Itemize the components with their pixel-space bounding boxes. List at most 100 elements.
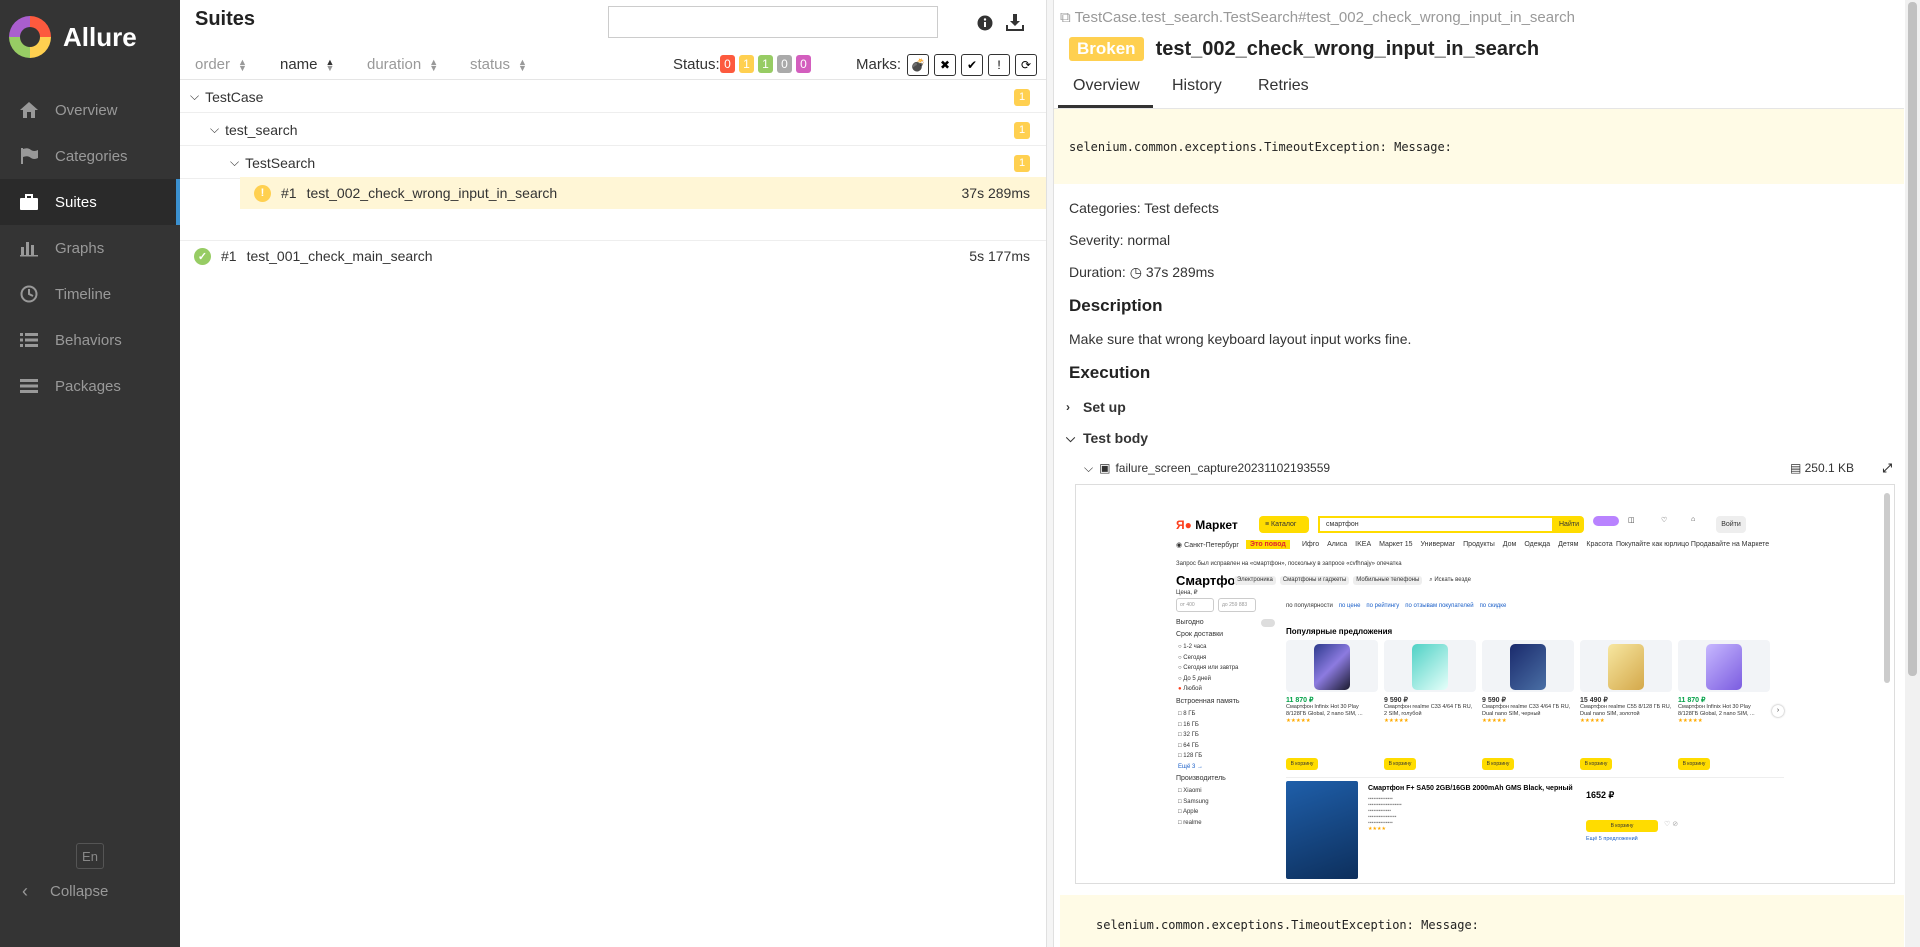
- attachment-size: ▤ 250.1 KB: [1790, 461, 1854, 475]
- listing-title: Смартфон F+ SA50 2GB/16GB 2000mAh GMS Bl…: [1368, 785, 1573, 792]
- search-input[interactable]: [608, 6, 938, 38]
- tab-history[interactable]: History: [1157, 77, 1237, 108]
- new-passed-mark-icon[interactable]: ✔: [961, 54, 983, 76]
- flaky-mark-icon[interactable]: 💣: [907, 54, 929, 76]
- breadcrumb[interactable]: ⧉ TestCase.test_search.TestSearch#test_0…: [1060, 9, 1575, 26]
- attachment-size-value: 250.1 KB: [1804, 461, 1854, 475]
- delivery-option: ○ До 5 дней: [1178, 674, 1238, 685]
- delivery-options: ○ 1-2 часа ○ Сегодня ○ Сегодня или завтр…: [1178, 642, 1238, 695]
- market-search: смартфон: [1318, 516, 1554, 533]
- product-card: 9 590 ₽ Смартфон realme C33 4/64 ГБ RU, 2…: [1384, 697, 1476, 725]
- sidebar-item-packages[interactable]: Packages: [0, 363, 180, 409]
- test-row[interactable]: ✓ #1 test_001_check_main_search 5s 177ms: [180, 240, 1046, 272]
- sidebar-item-graphs[interactable]: Graphs: [0, 225, 180, 271]
- sidebar-item-categories[interactable]: Categories: [0, 133, 180, 179]
- scrollbar-thumb[interactable]: [1908, 2, 1917, 676]
- product-name: Смартфон realme C33 4/64 ГБ RU, Dual nan…: [1482, 704, 1571, 717]
- page-scrollbar[interactable]: [1905, 0, 1920, 947]
- product-name: Смартфон Infinix Hot 30 Play 8/128ГБ Glo…: [1286, 704, 1363, 717]
- file-icon: ▤: [1789, 461, 1805, 475]
- setup-step[interactable]: › Set up: [1066, 399, 1126, 415]
- tree-node-testcase[interactable]: ⌵ TestCase 1: [180, 81, 1046, 113]
- chevron-down-icon: ⌵: [210, 122, 220, 136]
- flag-icon: [18, 146, 40, 166]
- status-broken-badge[interactable]: 1: [739, 55, 754, 73]
- memory-option: □ 64 ГБ: [1178, 741, 1203, 752]
- promo-badge: Это повод: [1246, 540, 1290, 549]
- category-chips: Электроника Смартфоны и гаджеты Мобильные …: [1234, 576, 1474, 585]
- attachment-row[interactable]: ⌵ ▣ failure_screen_capture20231102193559…: [1084, 459, 1894, 477]
- sort-name[interactable]: name ▲ ▼: [280, 56, 334, 73]
- market-sort-link: по цене: [1338, 603, 1361, 609]
- status-unknown-badge[interactable]: 0: [796, 55, 811, 73]
- sidebar-item-timeline[interactable]: Timeline: [0, 271, 180, 317]
- sort-bar: order ▲ ▼ name ▲ ▼ duration ▲ ▼ status ▲ ▼ Statu…: [180, 52, 1046, 80]
- search-everywhere: ⌕ Искать везде: [1426, 576, 1474, 585]
- phone-image: [1706, 644, 1742, 690]
- collapse-button[interactable]: ‹ Collapse: [22, 881, 108, 902]
- carousel-next-icon: ›: [1772, 705, 1784, 717]
- sort-duration[interactable]: duration ▲ ▼: [367, 56, 438, 73]
- product-card: 11 870 ₽ Смартфон Infinix Hot 30 Play 8/1…: [1286, 697, 1378, 725]
- status-skipped-badge[interactable]: 0: [777, 55, 792, 73]
- test-body-step[interactable]: ⌵ Test body: [1066, 430, 1148, 446]
- tab-overview[interactable]: Overview: [1058, 77, 1153, 108]
- retries-mark-icon[interactable]: ⟳: [1015, 54, 1037, 76]
- chevron-down-icon: ⌵: [1084, 460, 1094, 475]
- step-label: Set up: [1083, 399, 1126, 415]
- allure-logo-icon: [9, 16, 51, 58]
- cart-icon: ⌂: [1691, 516, 1696, 523]
- market-nav-link: Ифго: [1302, 541, 1320, 548]
- copy-icon[interactable]: ⧉: [1060, 9, 1071, 26]
- maker-option: □ Xiaomi: [1178, 786, 1209, 797]
- allure-logo[interactable]: Allure: [9, 16, 137, 58]
- new-broken-mark-icon[interactable]: !: [988, 54, 1010, 76]
- product-price: 15 490 ₽: [1580, 697, 1608, 704]
- sidebar-item-overview[interactable]: Overview: [0, 87, 180, 133]
- maker-option: □ realme: [1178, 818, 1209, 829]
- rating-stars-icon: ★★★★★: [1678, 718, 1703, 724]
- market-nav-link: Алиса: [1327, 541, 1348, 548]
- sort-duration-label: duration: [367, 56, 422, 73]
- sort-status[interactable]: status ▲ ▼: [470, 56, 527, 73]
- tree-node-testsearch[interactable]: ⌵ TestSearch 1: [180, 147, 1046, 179]
- status-message: selenium.common.exceptions.TimeoutExcept…: [1054, 109, 1904, 184]
- memory-option: □ 32 ГБ: [1178, 730, 1203, 741]
- briefcase-icon: [18, 192, 40, 212]
- tree-node-test-search[interactable]: ⌵ test_search 1: [180, 114, 1046, 146]
- market-sort-link: по отзывам покупателей: [1405, 603, 1474, 609]
- product-name: Смартфон realme C55 8/128 ГБ RU, Dual na…: [1580, 704, 1672, 717]
- new-failed-mark-icon[interactable]: ✖: [934, 54, 956, 76]
- sidebar-item-behaviors[interactable]: Behaviors: [0, 317, 180, 363]
- status-failed-badge[interactable]: 0: [720, 55, 735, 73]
- listing-image: [1286, 781, 1358, 879]
- status-passed-badge[interactable]: 1: [758, 55, 773, 73]
- sidebar-item-label: Graphs: [55, 239, 105, 257]
- sort-order[interactable]: order ▲ ▼: [195, 56, 247, 73]
- sidebar-item-label: Suites: [55, 193, 97, 211]
- maker-option-label: Apple: [1182, 809, 1199, 815]
- broken-status-icon: !: [254, 184, 271, 202]
- location-icon: ◉: [1176, 542, 1185, 549]
- pane-splitter[interactable]: [1046, 0, 1054, 947]
- rating-stars-icon: ★★★★★: [1384, 718, 1409, 724]
- collapse-label: Collapse: [50, 883, 109, 900]
- test-row-selected[interactable]: ! #1 test_002_check_wrong_input_in_searc…: [240, 177, 1046, 209]
- info-icon[interactable]: [974, 12, 996, 34]
- divider: [1286, 777, 1784, 778]
- rating-stars-icon: ★★★★★: [1286, 718, 1311, 724]
- download-icon[interactable]: [1004, 11, 1026, 33]
- memory-option-label: 16 ГБ: [1183, 721, 1199, 728]
- maker-option: □ Samsung: [1178, 797, 1209, 808]
- product-card-image: [1384, 640, 1476, 692]
- market-nav-link: Универмаг: [1420, 541, 1456, 548]
- product-card: 9 590 ₽ Смартфон realme C33 4/64 ГБ RU, D…: [1482, 697, 1574, 725]
- listing-more-offers: Ещё 5 предложений: [1586, 836, 1638, 842]
- sidebar-item-suites[interactable]: Suites: [0, 179, 180, 225]
- detail-tabs: Overview History Retries: [1054, 72, 1904, 108]
- profitable-toggle: [1261, 619, 1275, 627]
- test-duration: 5s 177ms: [969, 248, 1030, 264]
- tab-retries[interactable]: Retries: [1243, 77, 1324, 108]
- expand-icon[interactable]: ⤢: [1882, 461, 1892, 476]
- language-switch[interactable]: En: [76, 843, 104, 869]
